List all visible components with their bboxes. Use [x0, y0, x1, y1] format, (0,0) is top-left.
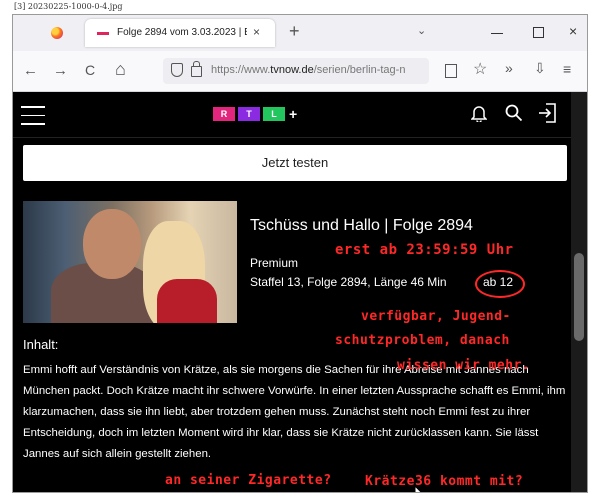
premium-label: Premium [250, 256, 299, 270]
navigation-toolbar: ← → C ⌂ https://www.tvnow.de/serien/berl… [13, 51, 587, 92]
tab-title: Folge 2894 vom 3.03.2023 | Berl [117, 27, 247, 38]
url-path: /serien/berlin-tag-n [313, 64, 406, 76]
try-now-button[interactable]: Jetzt testen [23, 145, 567, 181]
annotation-2: verfügbar, Jugend- [361, 309, 511, 324]
annotation-circle [475, 270, 525, 298]
image-caption: [3] 20230225-1000-0-4.jpg [14, 2, 123, 11]
synopsis-heading: Inhalt: [23, 337, 59, 352]
synopsis-text: Emmi hofft auf Verständnis von Krätze, a… [23, 364, 566, 460]
reload-icon[interactable]: C [85, 62, 95, 78]
scrollbar-thumb[interactable] [574, 253, 584, 341]
maximize-icon[interactable] [533, 27, 544, 38]
annotation-5: an seiner Zigarette? [165, 473, 332, 488]
home-icon[interactable]: ⌂ [115, 59, 126, 80]
site-menu-icon[interactable] [21, 106, 45, 132]
episode-meta: Staffel 13, Folge 2894, Länge 46 Min [250, 275, 447, 289]
episode-title: Tschüss und Hallo | Folge 2894 [250, 217, 473, 234]
url-domain: tvnow.de [270, 64, 314, 76]
annotation-4: wissen wir mehr. [397, 358, 531, 373]
annotation-3: schutzproblem, danach [335, 333, 510, 348]
reader-view-icon[interactable] [445, 64, 457, 78]
rtl-plus-logo[interactable]: R T L + [213, 106, 298, 122]
window-close-icon[interactable]: × [569, 23, 577, 39]
back-arrow-icon[interactable]: ← [23, 62, 38, 79]
bell-icon[interactable] [470, 104, 488, 127]
title-bar: Folge 2894 vom 3.03.2023 | Berl × + ⌄ × [13, 15, 587, 51]
mouse-cursor-icon [414, 485, 422, 492]
site-header: R T L + [13, 92, 571, 138]
tab-close-icon[interactable]: × [253, 25, 260, 39]
new-tab-button[interactable]: + [289, 21, 300, 42]
forward-arrow-icon[interactable]: → [53, 62, 68, 79]
tab-list-chevron-icon[interactable]: ⌄ [417, 24, 426, 37]
firefox-icon[interactable] [51, 27, 63, 39]
url-prefix: https://www. [211, 64, 271, 76]
annotation-1: erst ab 23:59:59 Uhr [335, 242, 514, 258]
active-tab[interactable]: Folge 2894 vom 3.03.2023 | Berl × [85, 19, 275, 47]
login-icon[interactable] [538, 103, 556, 123]
minimize-icon[interactable] [491, 33, 503, 34]
logo-plus: + [289, 106, 298, 122]
logo-letter-r: R [213, 107, 235, 121]
url-bar[interactable]: https://www.tvnow.de/serien/berlin-tag-n [163, 58, 429, 84]
bookmark-star-icon[interactable]: ☆ [473, 59, 487, 79]
lock-icon[interactable] [191, 61, 202, 77]
hamburger-menu-icon[interactable]: ≡ [563, 61, 571, 77]
more-tools-icon[interactable]: » [505, 60, 513, 76]
episode-thumbnail[interactable] [23, 201, 237, 323]
url-text[interactable]: https://www.tvnow.de/serien/berlin-tag-n [211, 64, 405, 76]
logo-letter-l: L [263, 107, 285, 121]
logo-letter-t: T [238, 107, 260, 121]
tracking-shield-icon[interactable] [171, 63, 183, 77]
search-icon[interactable] [505, 104, 523, 127]
rtl-favicon-icon [97, 32, 109, 35]
extensions-icon[interactable]: ⇩ [534, 60, 546, 77]
web-page: R T L + Jetzt testen Tschüss und Hallo |… [13, 92, 571, 492]
annotation-6: Krätze36 kommt mit? [365, 474, 524, 489]
browser-window: Folge 2894 vom 3.03.2023 | Berl × + ⌄ × … [12, 14, 588, 493]
